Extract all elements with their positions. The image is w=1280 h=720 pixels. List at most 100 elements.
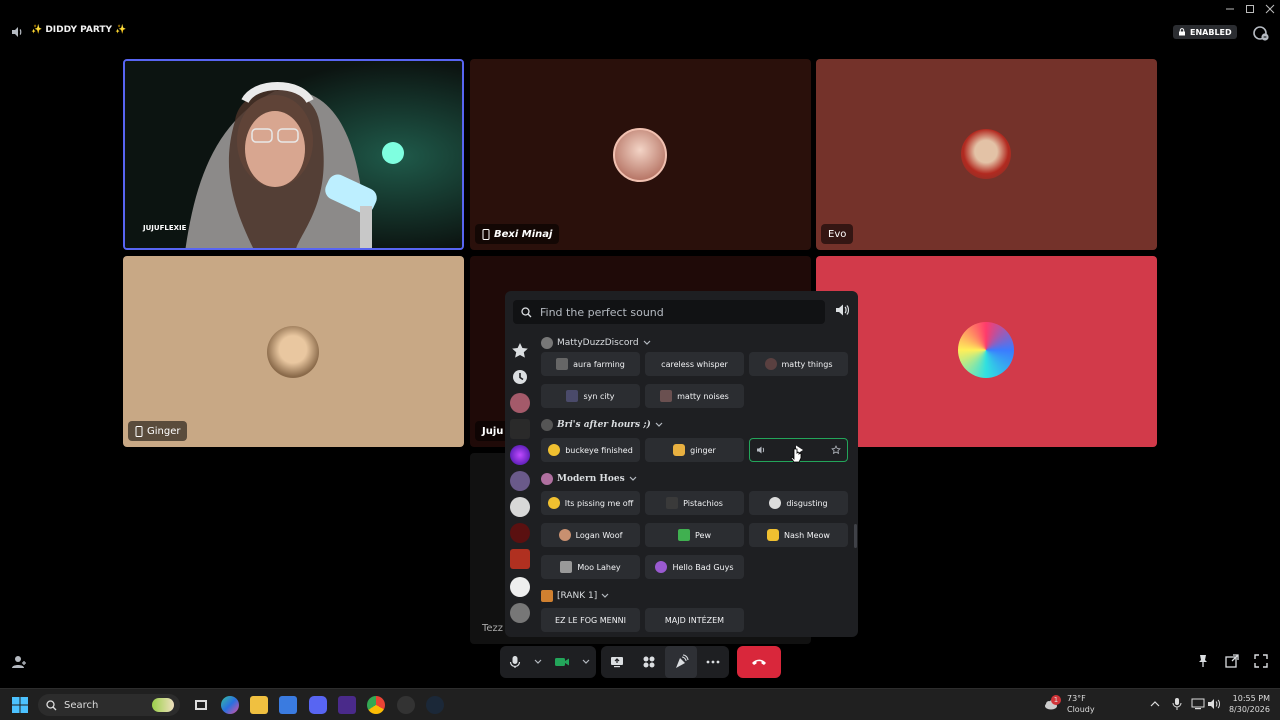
disconnect-button[interactable] [737,646,781,678]
windows-start-icon[interactable] [12,697,28,713]
video-tile-participant[interactable] [816,256,1157,447]
volume-icon[interactable] [1207,698,1221,710]
camera-button[interactable] [546,646,578,678]
sound-emoji [556,358,569,370]
volume-icon[interactable] [834,302,850,318]
sound-label: EZ LE FOG MENNI [554,615,627,625]
favorite-star-icon[interactable] [831,445,841,455]
microphone-button[interactable] [500,646,530,678]
soundboard-button[interactable] [665,646,697,678]
category-header-mattyduzzdiscord[interactable]: MattyDuzzDiscord [541,336,651,350]
participant-name-text: JUJUFLEXIE [143,224,187,232]
activity-settings-icon[interactable] [1252,24,1270,42]
sound-button-pew[interactable]: Pew [645,523,744,547]
guild-icon[interactable] [510,523,530,543]
add-person-icon[interactable] [11,654,27,670]
sound-button-buckeye-finished[interactable]: buckeye finished [541,438,640,462]
obs-icon[interactable] [397,696,415,714]
sound-button-its-pissing-me-off[interactable]: Its pissing me off [541,491,640,515]
enabled-badge[interactable]: ENABLED [1173,25,1237,39]
taskbar-clock[interactable]: 10:55 PM 8/30/2026 [1228,693,1270,715]
soundboard-scrollbar[interactable] [854,524,857,548]
sound-search-input[interactable] [540,305,810,319]
pop-out-icon[interactable] [1225,654,1239,668]
window-titlebar [0,0,1280,18]
fullscreen-icon[interactable] [1254,654,1268,668]
discord-icon[interactable] [309,696,327,714]
sound-button-disgusting[interactable]: disgusting [749,491,848,515]
chrome-icon[interactable] [367,696,385,714]
edge-browser-icon[interactable] [221,696,239,714]
amazon-music-icon[interactable] [338,696,356,714]
badge-label: ENABLED [1190,27,1232,37]
sound-button-aura-farming[interactable]: aura farming [541,352,640,376]
sound-button-syn-city[interactable]: syn city [541,384,640,408]
sound-button-matty-things[interactable]: matty things [749,352,848,376]
sound-emoji [769,497,782,509]
guild-icon[interactable] [510,603,530,623]
sound-button-majd-intezem[interactable]: MAJD INTÉZEM [645,608,744,632]
guild-icon[interactable] [510,445,530,465]
network-icon[interactable] [1191,698,1205,710]
call-controls [0,645,1280,679]
sound-button-hello-bad-guys[interactable]: Hello Bad Guys [645,555,744,579]
avatar [958,322,1014,378]
video-tile-ginger[interactable]: Ginger [123,256,464,447]
sound-label: Logan Woof [575,530,623,540]
mobile-icon [482,228,490,240]
windows-taskbar: Search 1 73°F Cloudy 10:55 PM 8/30/2026 [0,688,1280,720]
sound-label: Pistachios [683,498,723,508]
category-header-rank-1[interactable]: [RANK 1] [541,589,609,603]
close-icon[interactable] [1260,0,1280,18]
screen-share-button[interactable] [601,646,633,678]
mic-options-button[interactable] [530,646,546,678]
sound-button-nash-meow[interactable]: Nash Meow [749,523,848,547]
sound-label: careless whisper [661,359,728,369]
sound-button-careless-whisper[interactable]: careless whisper [645,352,744,376]
screen-share-icon [611,657,623,668]
camera-options-button[interactable] [578,646,594,678]
category-header-modern-hoes[interactable]: Modern Hoes [541,472,637,486]
weather-widget[interactable]: 1 73°F Cloudy [1043,693,1095,715]
taskbar-search[interactable]: Search [38,694,180,716]
sound-button-matty-noises[interactable]: matty noises [645,384,744,408]
favorites-star-icon[interactable] [510,341,530,361]
guild-icon [541,473,553,485]
steam-icon[interactable] [426,696,444,714]
maximize-icon[interactable] [1240,0,1260,18]
volume-icon[interactable] [756,445,766,455]
video-tile-bexi-minaj[interactable]: Bexi Minaj [470,59,811,250]
sound-emoji [666,497,679,509]
sound-button-pistachios[interactable]: Pistachios [645,491,744,515]
microphone-icon[interactable] [1171,697,1183,711]
minimize-icon[interactable] [1220,0,1240,18]
activities-button[interactable] [633,646,665,678]
call-header: ✨ DIDDY PARTY ✨ ENABLED [0,20,1280,44]
guild-icon[interactable] [510,471,530,491]
weather-temperature: 73°F [1067,694,1086,703]
sound-button-logan-woof[interactable]: Logan Woof [541,523,640,547]
guild-icon[interactable] [510,577,530,597]
soundboard-search[interactable] [513,300,825,324]
video-tile-jujuflexie[interactable]: JUJUFLEXIE [123,59,464,250]
guild-icon[interactable] [510,393,530,413]
task-view-icon[interactable] [192,696,210,714]
sound-emoji [660,390,673,402]
recent-clock-icon[interactable] [510,367,530,387]
microsoft-store-icon[interactable] [279,696,297,714]
sound-button-ez-le-fog-menni[interactable]: EZ LE FOG MENNI [541,608,640,632]
sound-label: Pew [694,530,711,540]
soundboard-guild-rail [505,335,535,637]
guild-icon[interactable] [510,549,530,569]
pin-icon[interactable] [1196,654,1210,668]
mic-camera-group [500,646,596,678]
chevron-up-icon[interactable] [1150,699,1160,709]
sound-button-ginger[interactable]: ginger [645,438,744,462]
guild-icon[interactable] [510,419,530,439]
file-explorer-icon[interactable] [250,696,268,714]
sound-button-moo-lahey[interactable]: Moo Lahey [541,555,640,579]
guild-icon[interactable] [510,497,530,517]
category-header-bris-after-hours[interactable]: Bri's after hours ;) [541,418,663,432]
more-options-button[interactable] [697,646,729,678]
video-tile-evo[interactable]: Evo [816,59,1157,250]
